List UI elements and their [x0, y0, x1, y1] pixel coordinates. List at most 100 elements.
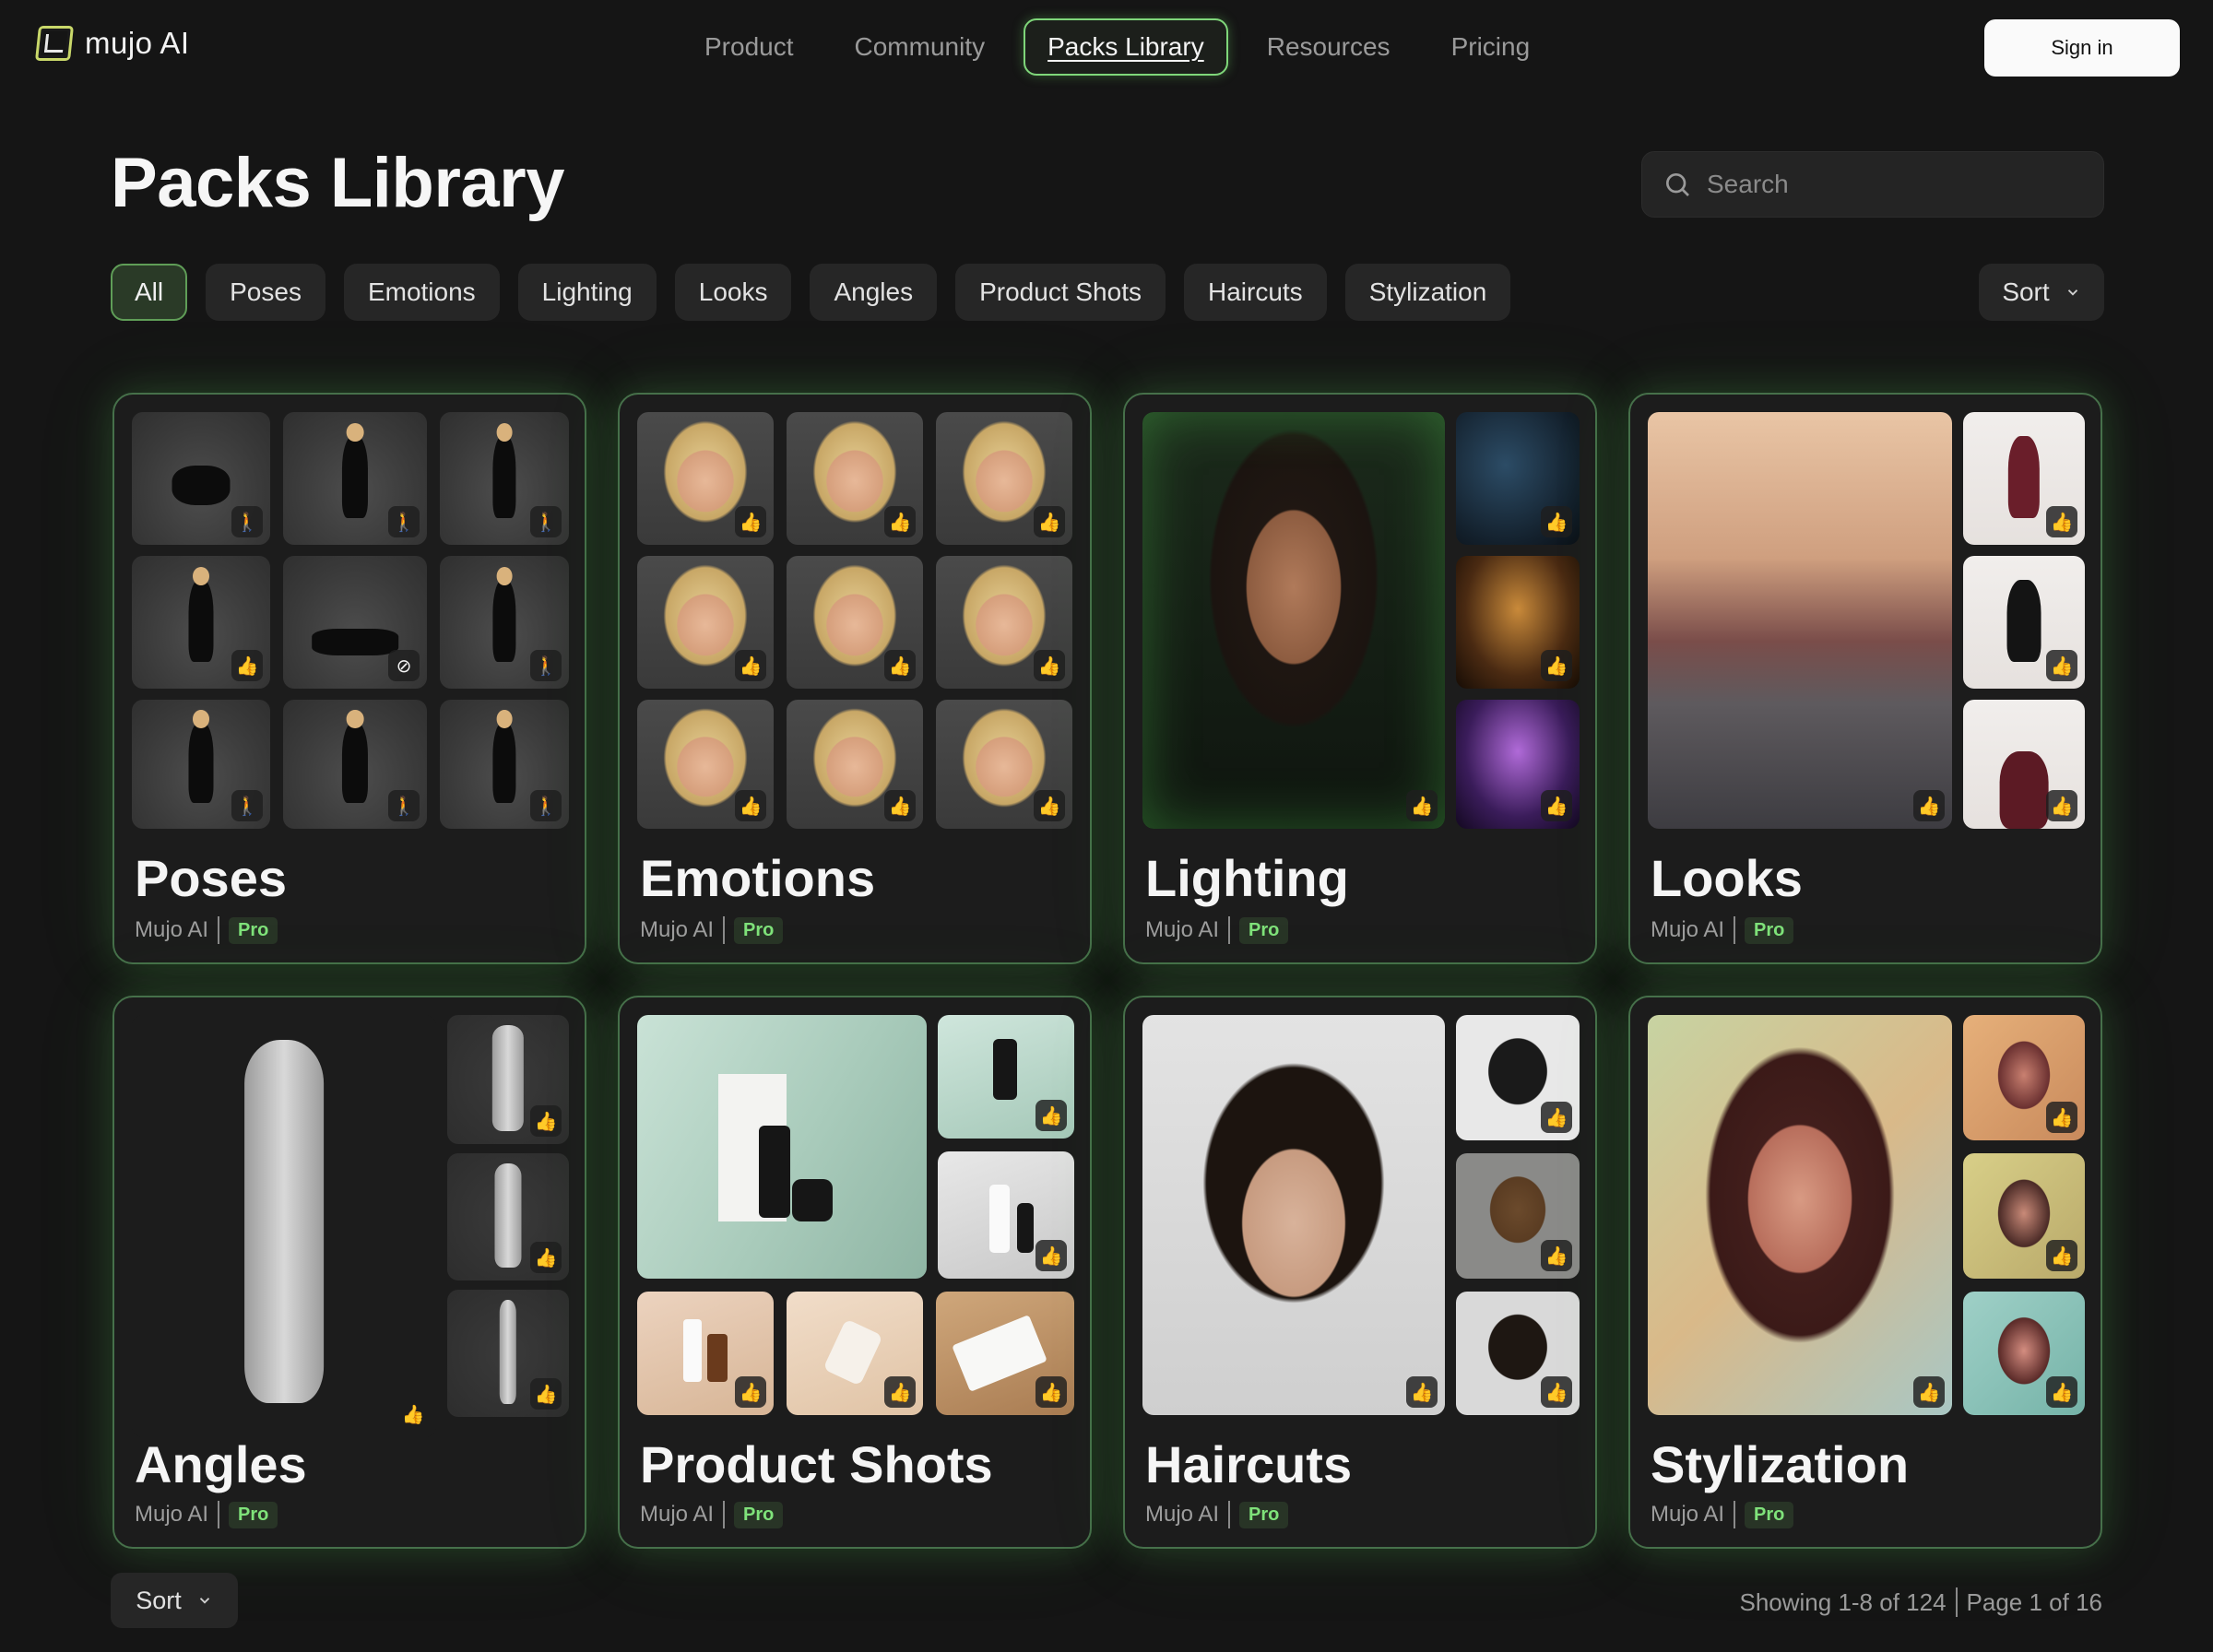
- pack-thumbnail: 👍: [936, 1292, 1074, 1415]
- pose-head: [346, 422, 364, 442]
- pack-thumbnail: 👍: [1456, 412, 1580, 545]
- pack-hero-image: 👍: [1142, 1015, 1445, 1415]
- pro-badge: Pro: [734, 916, 784, 944]
- person-pose-icon: 🚶: [530, 790, 562, 821]
- pro-badge: Pro: [229, 1501, 278, 1528]
- sort-dropdown[interactable]: Sort: [1979, 264, 2104, 321]
- pack-card-product-shots[interactable]: 👍 👍 👍 👍 👍 Product Shots Mujo AI Pro: [618, 996, 1092, 1549]
- thumbs-up-icon: 👍: [735, 506, 766, 537]
- thumbs-up-icon: 👍: [1035, 1240, 1067, 1271]
- thumbs-up-icon: 👍: [2046, 790, 2077, 821]
- pack-thumbnail: 👍: [938, 1151, 1074, 1279]
- pack-title: Poses: [135, 849, 287, 907]
- filter-chip-emotions[interactable]: Emotions: [343, 264, 500, 321]
- pose-figure: [172, 465, 231, 505]
- product-jar: [792, 1179, 833, 1221]
- search-box[interactable]: [1641, 151, 2104, 218]
- thumbs-up-icon: 👍: [1913, 790, 1945, 821]
- pack-thumbnail: 👍: [447, 1153, 569, 1280]
- product-bottle: [759, 1126, 790, 1218]
- brand-name: mujo AI: [85, 26, 190, 60]
- divider: [723, 1501, 726, 1528]
- brand-logo[interactable]: mujo AI: [35, 26, 190, 61]
- pack-thumbnail: 👍: [938, 1015, 1074, 1139]
- pack-thumbnail: 🚶: [283, 700, 427, 829]
- person-pose-icon: 🚶: [231, 790, 263, 821]
- pack-thumbnail: 👍: [1456, 556, 1580, 689]
- pack-card-lighting[interactable]: 👍 👍 👍 👍 Lighting Mujo AI Pro: [1123, 393, 1597, 964]
- pose-figure: [312, 629, 398, 655]
- pose-figure: [492, 579, 516, 663]
- pack-thumbnail: 👍: [1456, 1292, 1580, 1415]
- person-pose-icon: 🚶: [388, 506, 420, 537]
- thumbs-up-icon: 👍: [530, 1378, 562, 1410]
- pack-author: Mujo AI: [640, 917, 715, 942]
- thumbs-up-icon: 👍: [1406, 1376, 1438, 1408]
- pro-badge: Pro: [229, 916, 278, 944]
- thumbs-up-icon: 👍: [884, 650, 916, 681]
- search-input[interactable]: [1707, 170, 2094, 199]
- nav-product[interactable]: Product: [682, 18, 816, 76]
- thumbs-up-icon: 👍: [884, 790, 916, 821]
- thumbs-up-icon: 👍: [530, 1105, 562, 1137]
- divider: [1734, 1501, 1736, 1528]
- sort-label: Sort: [2002, 277, 2050, 306]
- pack-title: Angles: [135, 1435, 307, 1493]
- pack-card-poses[interactable]: 🚶 🚶 🚶 👍 ⊘ 🚶 🚶 🚶 🚶 Poses Mujo AI Pro: [112, 393, 586, 964]
- pack-thumbnail: 👍: [637, 556, 774, 689]
- filter-chip-angles[interactable]: Angles: [810, 264, 938, 321]
- pack-thumbnail: 👍: [1963, 700, 2085, 829]
- pack-card-stylization[interactable]: 👍 👍 👍 👍 Stylization Mujo AI Pro: [1628, 996, 2102, 1549]
- filter-chip-lighting[interactable]: Lighting: [517, 264, 657, 321]
- page-indicator: Page 1 of 16: [1966, 1587, 2102, 1616]
- pack-card-haircuts[interactable]: 👍 👍 👍 👍 Haircuts Mujo AI Pro: [1123, 996, 1597, 1549]
- nav-packs-library[interactable]: Packs Library: [1024, 18, 1228, 76]
- pack-meta: Mujo AI Pro: [640, 1501, 784, 1528]
- thumbs-up-icon: 👍: [2046, 1102, 2077, 1133]
- divider: [218, 916, 220, 944]
- thumbs-up-icon: 👍: [1541, 790, 1572, 821]
- pack-author: Mujo AI: [640, 1502, 715, 1527]
- pack-author: Mujo AI: [135, 1502, 209, 1527]
- pack-title: Looks: [1651, 849, 1803, 907]
- sign-in-button[interactable]: Sign in: [1984, 19, 2180, 77]
- thumbs-up-icon: 👍: [401, 1404, 425, 1425]
- sort-dropdown-bottom[interactable]: Sort: [111, 1573, 238, 1628]
- nav-pricing[interactable]: Pricing: [1429, 18, 1553, 76]
- filter-chip-haircuts[interactable]: Haircuts: [1183, 264, 1327, 321]
- pro-badge: Pro: [1745, 916, 1794, 944]
- pack-title: Stylization: [1651, 1435, 1910, 1493]
- pose-figure: [492, 435, 516, 519]
- pack-author: Mujo AI: [1651, 1502, 1725, 1527]
- filter-chips: All Poses Emotions Lighting Looks Angles…: [111, 264, 1511, 321]
- pro-badge: Pro: [734, 1501, 784, 1528]
- divider: [1955, 1587, 1958, 1617]
- pose-figure: [341, 435, 369, 519]
- pack-thumbnail: 🚶: [440, 556, 569, 689]
- divider: [1228, 916, 1231, 944]
- product-jar: [822, 1318, 883, 1386]
- pack-thumbnail: 🚶: [440, 412, 569, 545]
- pack-card-looks[interactable]: 👍 👍 👍 👍 Looks Mujo AI Pro: [1628, 393, 2102, 964]
- pack-meta: Mujo AI Pro: [135, 916, 278, 944]
- filter-chip-product-shots[interactable]: Product Shots: [955, 264, 1166, 321]
- thumbs-up-icon: 👍: [231, 650, 263, 681]
- filter-chip-looks[interactable]: Looks: [674, 264, 792, 321]
- pack-thumbnail: 👍: [637, 412, 774, 545]
- filter-chip-poses[interactable]: Poses: [206, 264, 325, 321]
- nav-community[interactable]: Community: [833, 18, 1008, 76]
- thumbs-up-icon: 👍: [2046, 1376, 2077, 1408]
- mannequin-figure: [491, 1025, 525, 1131]
- pack-thumbnail: 👍: [787, 1292, 923, 1415]
- sort-label: Sort: [136, 1586, 182, 1614]
- pagination-info: Showing 1-8 of 124 Page 1 of 16: [1739, 1587, 2102, 1617]
- filter-chip-all[interactable]: All: [111, 264, 188, 321]
- chevron-down-icon: [2067, 289, 2077, 296]
- pack-card-angles[interactable]: 👍 👍 👍 👍 Angles Mujo AI Pro: [112, 996, 586, 1549]
- thumbs-up-icon: 👍: [1541, 1240, 1572, 1271]
- nav-resources[interactable]: Resources: [1245, 18, 1413, 76]
- thumbs-up-icon: 👍: [1034, 650, 1065, 681]
- pack-card-emotions[interactable]: 👍 👍 👍 👍 👍 👍 👍 👍 👍 Emotions Mujo AI Pro: [618, 393, 1092, 964]
- filter-chip-stylization[interactable]: Stylization: [1344, 264, 1511, 321]
- pack-thumbnail: 👍: [936, 556, 1072, 689]
